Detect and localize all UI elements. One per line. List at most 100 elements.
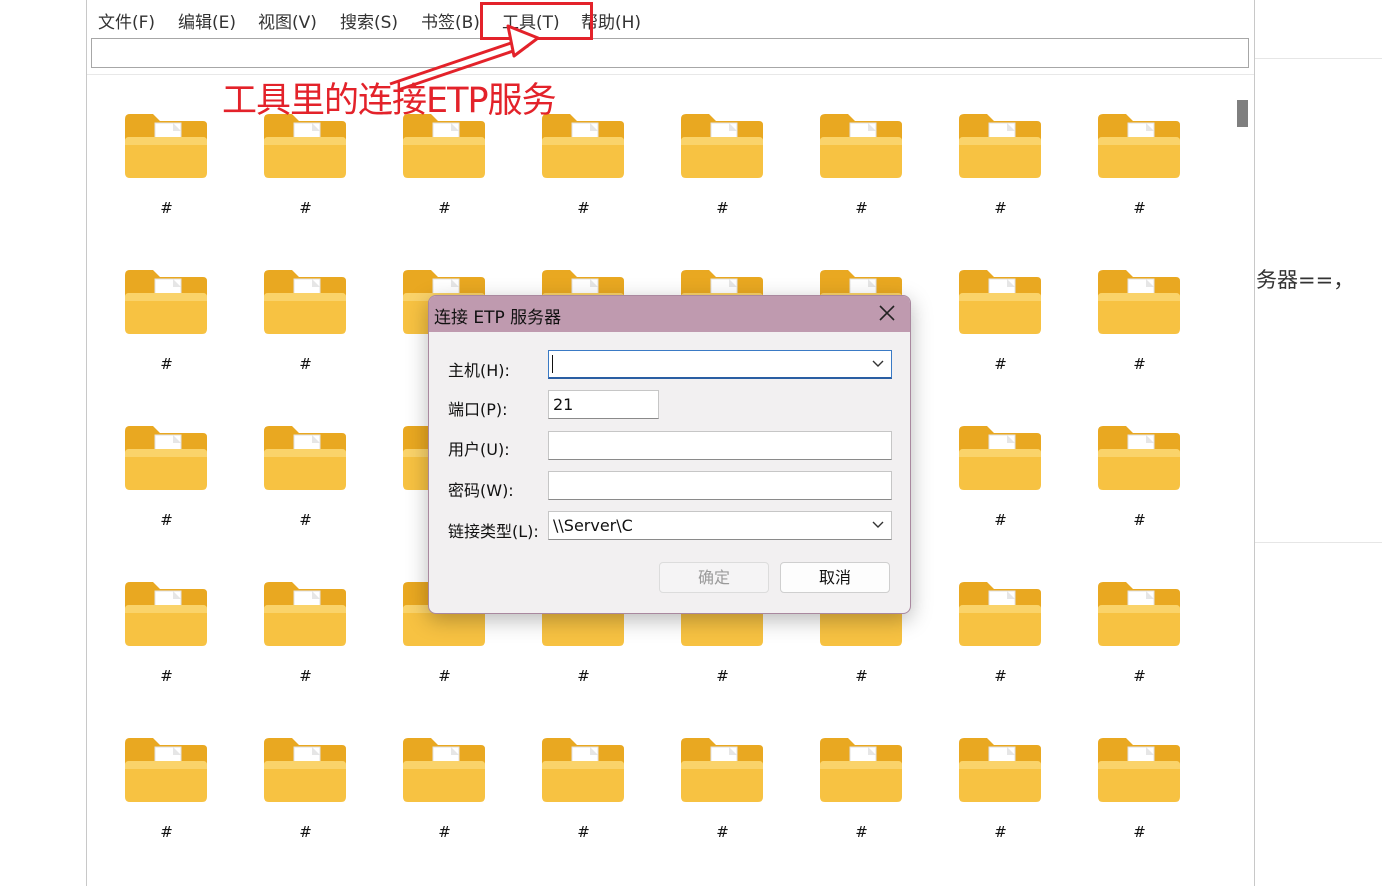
folder-icon: JS [820,114,902,178]
scrollbar-thumb[interactable] [1237,100,1248,127]
path-input[interactable] [91,38,1249,68]
menu-edit[interactable]: 编辑(E) [178,8,236,33]
folder-icon: JS [959,426,1041,490]
folder-label: # [855,667,868,685]
folder-label: # [994,199,1007,217]
background-page [1255,0,1382,886]
folder-item[interactable]: JS # [236,231,375,387]
background-divider [1255,58,1382,59]
user-label: 用户(U): [448,440,510,459]
chevron-down-icon[interactable] [871,359,885,369]
link-type-value: \\Server\C [553,516,633,535]
folder-item[interactable]: JS # [931,75,1070,231]
folder-label: # [160,199,173,217]
folder-label: # [299,511,312,529]
user-input[interactable] [548,431,892,460]
folder-label: # [855,199,868,217]
menu-search[interactable]: 搜索(S) [340,8,398,33]
folder-item[interactable]: JS # [792,75,931,231]
annotation-highlight-box [480,2,593,40]
folder-item[interactable]: JS # [514,699,653,855]
folder-label: # [160,823,173,841]
folder-item[interactable]: JS # [1070,543,1209,699]
link-type-label: 链接类型(L): [448,522,539,541]
password-input[interactable] [548,471,892,500]
folder-label: # [1133,667,1146,685]
folder-item[interactable]: JS # [653,699,792,855]
folder-label: # [994,667,1007,685]
folder-item[interactable]: JS # [1070,231,1209,387]
folder-item[interactable]: JS # [931,387,1070,543]
folder-icon: JS [1098,114,1180,178]
folder-item[interactable]: JS # [1070,699,1209,855]
folder-label: # [994,823,1007,841]
folder-item[interactable]: JS # [931,543,1070,699]
folder-label: # [1133,355,1146,373]
background-text-fragment: 务器==， [1256,268,1355,292]
folder-icon: JS [820,738,902,802]
folder-label: # [160,511,173,529]
host-combobox[interactable] [548,350,892,379]
folder-item[interactable]: JS # [97,387,236,543]
folder-item[interactable]: JS # [97,75,236,231]
folder-item[interactable]: JS # [97,231,236,387]
vertical-scrollbar[interactable] [1235,92,1249,886]
folder-label: # [994,355,1007,373]
chevron-down-icon[interactable] [871,520,885,530]
folder-item[interactable]: JS # [236,543,375,699]
folder-label: # [299,823,312,841]
folder-label: # [577,667,590,685]
password-label: 密码(W): [448,481,514,500]
link-type-select[interactable]: \\Server\C [548,511,892,540]
folder-item[interactable]: JS # [653,75,792,231]
folder-icon: JS [264,738,346,802]
folder-icon: JS [125,270,207,334]
folder-icon: JS [1098,738,1180,802]
folder-item[interactable]: JS # [97,543,236,699]
folder-icon: JS [1098,426,1180,490]
folder-icon: JS [264,426,346,490]
folder-label: # [160,355,173,373]
folder-label: # [299,199,312,217]
folder-icon: JS [403,738,485,802]
folder-item[interactable]: JS # [931,231,1070,387]
menu-view[interactable]: 视图(V) [258,8,317,33]
folder-label: # [299,355,312,373]
cancel-button[interactable]: 取消 [780,562,890,593]
folder-item[interactable]: JS # [97,699,236,855]
connect-etp-dialog: 连接 ETP 服务器 主机(H): 端口(P): 21 用户(U): 密码(W)… [428,295,911,614]
folder-label: # [577,199,590,217]
folder-label: # [577,823,590,841]
folder-label: # [1133,511,1146,529]
folder-icon: JS [681,114,763,178]
folder-item[interactable]: JS # [236,387,375,543]
folder-icon: JS [1098,582,1180,646]
folder-item[interactable]: JS # [792,699,931,855]
folder-icon: JS [681,738,763,802]
host-label: 主机(H): [448,361,510,380]
folder-item[interactable]: JS # [236,699,375,855]
folder-icon: JS [959,738,1041,802]
dialog-title-bar[interactable]: 连接 ETP 服务器 [429,296,910,332]
folder-label: # [1133,823,1146,841]
folder-item[interactable]: JS # [1070,387,1209,543]
background-divider [1255,542,1382,543]
folder-item[interactable]: JS # [931,699,1070,855]
close-icon[interactable] [876,302,898,324]
folder-label: # [438,199,451,217]
menu-file[interactable]: 文件(F) [98,8,155,33]
menu-bookmarks[interactable]: 书签(B) [421,8,480,33]
folder-icon: JS [125,114,207,178]
folder-icon: JS [959,582,1041,646]
folder-label: # [716,823,729,841]
port-input[interactable]: 21 [548,390,659,419]
folder-label: # [1133,199,1146,217]
ok-button[interactable]: 确定 [659,562,769,593]
folder-item[interactable]: JS # [1070,75,1209,231]
folder-icon: JS [264,270,346,334]
folder-label: # [438,823,451,841]
folder-item[interactable]: JS # [375,699,514,855]
dialog-title: 连接 ETP 服务器 [434,308,562,328]
folder-label: # [299,667,312,685]
folder-label: # [438,667,451,685]
